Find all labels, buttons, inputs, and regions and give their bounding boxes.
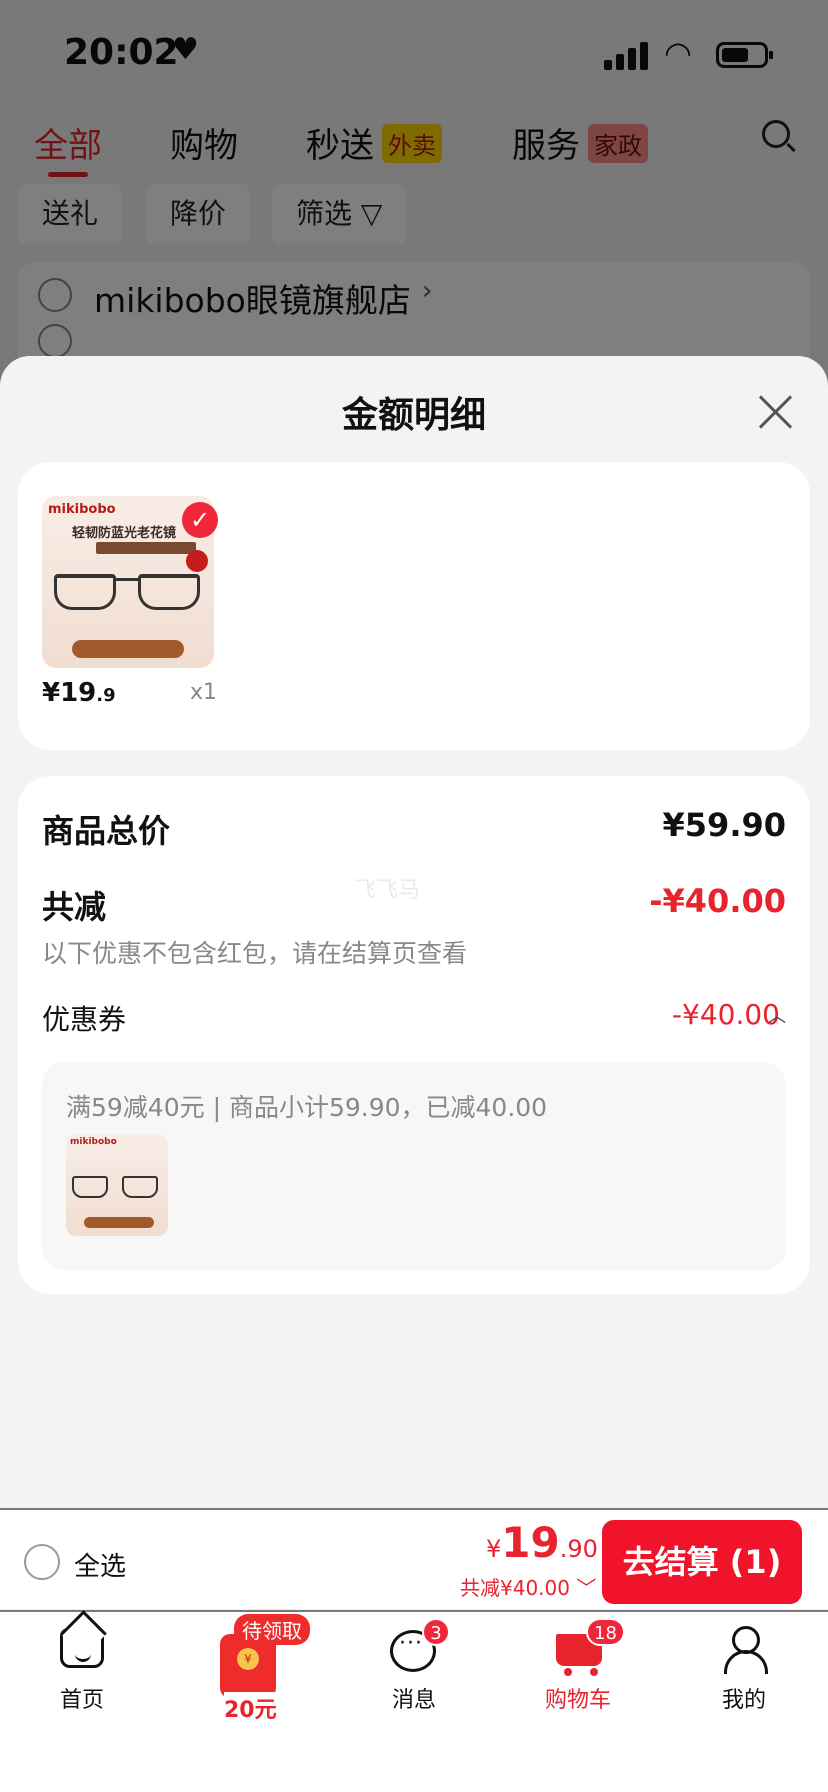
total-yen: ¥	[486, 1535, 502, 1563]
product-card: mikibobo 轻韧防蓝光老花镜 ✓ ¥19.9 x1	[18, 462, 810, 750]
coupon-detail-box: 满59减40元 | 商品小计59.90，已减40.00 mikibobo	[42, 1062, 786, 1270]
chevron-down-icon: ﹀	[576, 1576, 597, 1600]
bottom-tabbar: 首页 ¥ 20元 待领取 消息 3 购物车 18 我的	[0, 1612, 828, 1792]
sheet-title: 金额明细	[341, 395, 486, 436]
price-breakdown-card: 商品总价 ¥59.90 飞飞马 共减 -¥40.00 以下优惠不包含红包，请在结…	[18, 776, 810, 1294]
user-icon	[724, 1626, 768, 1674]
red-packet-amount: 20元	[224, 1692, 277, 1724]
messages-badge: 3	[422, 1618, 450, 1646]
total-dec: .90	[559, 1535, 598, 1563]
product-band	[72, 640, 184, 658]
product-price-int: ¥19	[42, 678, 97, 708]
watermark: 飞飞马	[354, 878, 421, 903]
product-qty: x1	[190, 680, 218, 705]
tabbar-home[interactable]: 首页	[22, 1612, 142, 1722]
coupon-product-thumbnail: mikibobo	[66, 1134, 168, 1236]
reduce-label: 共减	[42, 888, 107, 926]
select-all-label[interactable]: 全选	[74, 1546, 126, 1583]
product-subline	[96, 542, 196, 554]
tabbar-messages-label: 消息	[391, 1688, 436, 1713]
checkout-bar: 全选 ¥19.90 共减¥40.00 ﹀ 去结算 (1)	[0, 1510, 828, 1610]
chevron-up-icon: ︿	[768, 1006, 786, 1027]
product-price: ¥19.9	[42, 678, 116, 708]
checkout-button[interactable]: 去结算 (1)	[602, 1520, 802, 1604]
coupon-product-brand: mikibobo	[70, 1137, 117, 1147]
goods-total-label: 商品总价	[42, 812, 171, 850]
coupon-label: 优惠券	[42, 1003, 127, 1036]
total-int: 19	[501, 1518, 560, 1567]
select-all-checkbox[interactable]	[24, 1544, 60, 1580]
titanium-badge	[186, 550, 208, 572]
glasses-image	[48, 568, 206, 622]
tabbar-home-label: 首页	[59, 1688, 104, 1713]
coupon-value: -¥40.00	[671, 998, 780, 1031]
close-icon[interactable]	[756, 392, 794, 430]
reduce-note: 以下优惠不包含红包，请在结算页查看	[42, 939, 468, 968]
red-packet-badge: 待领取	[234, 1614, 310, 1645]
discount-summary[interactable]: 共减¥40.00 ﹀	[460, 1572, 596, 1601]
product-price-dec: .9	[96, 685, 116, 706]
tabbar-me-label: 我的	[721, 1688, 766, 1713]
checked-icon[interactable]: ✓	[182, 502, 218, 538]
product-brand: mikibobo	[48, 502, 116, 517]
cart-badge: 18	[586, 1618, 625, 1646]
product-headline: 轻韧防蓝光老花镜	[72, 526, 177, 541]
discount-summary-text: 共减¥40.00	[460, 1576, 570, 1600]
goods-total-value: ¥59.90	[662, 806, 786, 844]
coupon-detail-text: 满59减40元 | 商品小计59.90，已减40.00	[66, 1093, 548, 1122]
amount-detail-sheet: 金额明细 mikibobo 轻韧防蓝光老花镜 ✓ ¥19.9 x1 商品总价 ¥…	[0, 356, 828, 1508]
tabbar-cart-label: 购物车	[544, 1688, 611, 1713]
total-price: ¥19.90	[486, 1518, 598, 1567]
reduce-value: -¥40.00	[649, 882, 786, 920]
coupon-toggle[interactable]: -¥40.00 ︿	[610, 998, 810, 1038]
home-icon	[60, 1628, 104, 1668]
